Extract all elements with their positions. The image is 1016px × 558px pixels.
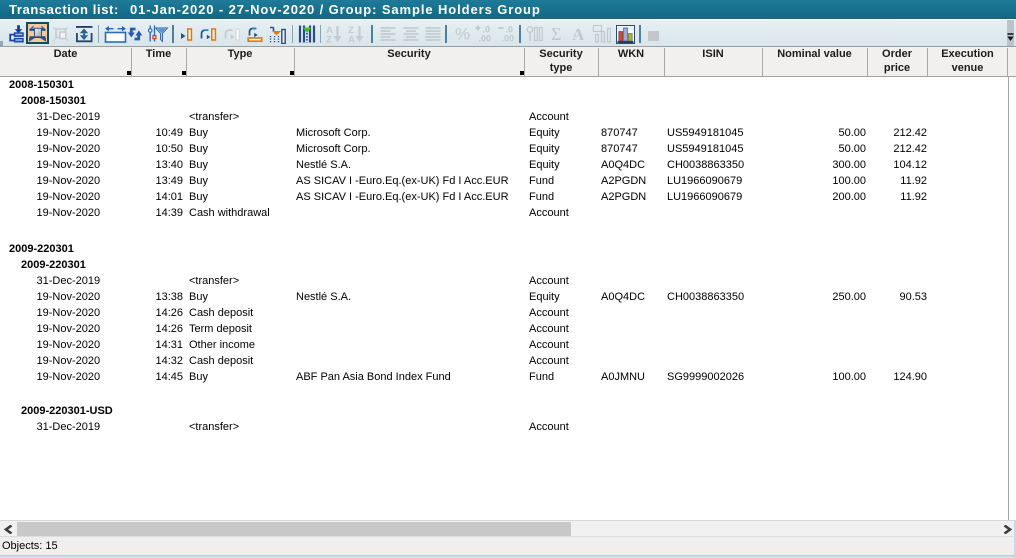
svg-text:A: A [348,35,355,45]
svg-text:Σ: Σ [551,24,561,44]
svg-text:A: A [572,25,585,44]
svg-text:.00: .00 [502,34,515,44]
svg-text:.00: .00 [479,34,492,44]
svg-text:Z: Z [326,35,332,45]
svg-text:%: % [455,25,470,44]
